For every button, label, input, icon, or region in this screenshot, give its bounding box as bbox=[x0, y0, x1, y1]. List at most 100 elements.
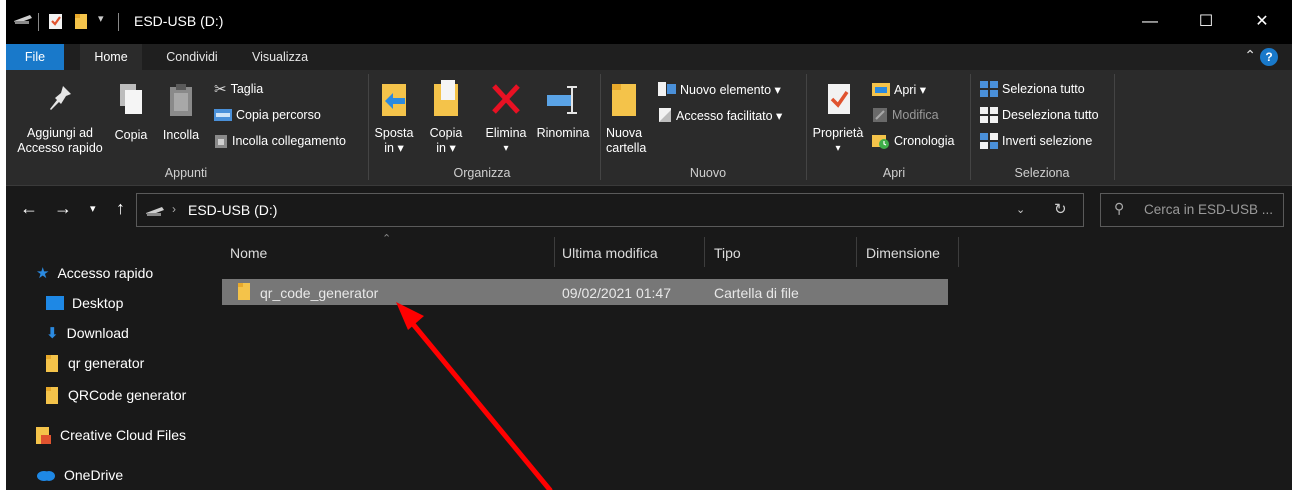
column-separator[interactable] bbox=[856, 237, 857, 267]
invert-selection-label: Inverti selezione bbox=[1002, 134, 1093, 148]
delete-button[interactable]: Elimina ▾ bbox=[480, 78, 532, 156]
properties-label: Proprietà bbox=[812, 126, 864, 140]
easy-access-button[interactable]: Accesso facilitato ▾ bbox=[658, 106, 782, 124]
recent-locations-chevron-icon[interactable]: ▾ bbox=[90, 202, 96, 215]
sidebar-item-qr-generator[interactable]: qr generator bbox=[46, 352, 144, 374]
address-bar[interactable] bbox=[136, 193, 1084, 227]
ribbon-tabs: File Home Condividi Visualizza bbox=[6, 44, 1292, 70]
new-item-icon bbox=[658, 82, 676, 96]
folder-icon bbox=[238, 283, 250, 300]
star-icon: ★ bbox=[36, 265, 50, 282]
select-none-icon bbox=[980, 107, 998, 123]
column-separator[interactable] bbox=[704, 237, 705, 267]
sidebar-item-desktop[interactable]: Desktop bbox=[46, 292, 123, 314]
new-folder-icon bbox=[612, 84, 636, 116]
sidebar-item-onedrive[interactable]: OneDrive bbox=[36, 464, 123, 486]
select-all-button[interactable]: Seleziona tutto bbox=[980, 80, 1085, 98]
minimize-button[interactable]: — bbox=[1130, 8, 1170, 36]
edit-button[interactable]: Modifica bbox=[872, 106, 939, 124]
window-title: ESD-USB (D:) bbox=[134, 13, 224, 29]
group-label-organizza: Organizza bbox=[453, 166, 511, 180]
tab-view[interactable]: Visualizza bbox=[242, 44, 318, 70]
tab-home[interactable]: Home bbox=[80, 44, 142, 70]
paste-shortcut-button[interactable]: Incolla collegamento bbox=[214, 132, 346, 150]
ribbon: Aggiungi ad Accesso rapido Copia Incolla… bbox=[6, 70, 1292, 186]
sidebar-item-creative-cloud-files[interactable]: Creative Cloud Files bbox=[36, 424, 186, 446]
onedrive-cloud-icon bbox=[37, 471, 55, 481]
group-separator bbox=[600, 74, 601, 180]
group-label-nuovo: Nuovo bbox=[689, 166, 727, 180]
cut-button[interactable]: ✂ Taglia bbox=[214, 80, 263, 98]
creative-cloud-folder-icon bbox=[36, 426, 51, 444]
move-to-button[interactable]: Sposta in ▾ bbox=[372, 78, 416, 156]
column-separator[interactable] bbox=[554, 237, 555, 267]
properties-quick-icon[interactable] bbox=[48, 12, 64, 30]
new-folder-quick-icon[interactable] bbox=[74, 12, 90, 30]
file-name[interactable]: qr_code_generator bbox=[260, 285, 378, 301]
select-all-icon bbox=[980, 81, 998, 97]
refresh-icon[interactable]: ↻ bbox=[1054, 200, 1067, 218]
copy-button[interactable]: Copia bbox=[110, 82, 152, 143]
pin-icon bbox=[50, 86, 71, 110]
sidebar-item-label: Creative Cloud Files bbox=[60, 427, 187, 443]
copy-to-icon bbox=[434, 80, 458, 116]
copy-path-button[interactable]: Copia percorso bbox=[214, 106, 321, 124]
sidebar-item-qrcode-generator[interactable]: QRCode generator bbox=[46, 384, 186, 406]
paste-shortcut-icon bbox=[215, 134, 227, 148]
column-header-modified[interactable]: Ultima modifica bbox=[562, 245, 658, 261]
breadcrumb-path[interactable]: ESD-USB (D:) bbox=[188, 202, 277, 218]
new-item-button[interactable]: Nuovo elemento ▾ bbox=[658, 80, 781, 98]
drive-icon bbox=[12, 12, 34, 26]
copy-icon bbox=[120, 84, 142, 114]
new-folder-button[interactable]: Nuova cartella bbox=[602, 78, 656, 156]
breadcrumb-chevron-icon[interactable]: › bbox=[172, 202, 176, 216]
column-header-type[interactable]: Tipo bbox=[714, 245, 741, 261]
paste-shortcut-label: Incolla collegamento bbox=[232, 134, 346, 148]
rename-button[interactable]: Rinomina bbox=[532, 78, 594, 141]
address-dropdown-chevron-icon[interactable]: ⌄ bbox=[1016, 203, 1025, 216]
group-separator bbox=[806, 74, 807, 180]
invert-selection-button[interactable]: Inverti selezione bbox=[980, 132, 1092, 150]
edit-icon bbox=[873, 108, 887, 122]
history-button[interactable]: Cronologia bbox=[872, 132, 954, 150]
copy-label: Copia bbox=[114, 128, 148, 142]
navigation-bar: ← → ▾ ↑ › ESD-USB (D:) ⌄ ↻ ⚲ Cerca in ES… bbox=[6, 186, 1292, 234]
search-placeholder[interactable]: Cerca in ESD-USB ... bbox=[1144, 202, 1282, 217]
easy-access-icon bbox=[659, 108, 671, 122]
help-icon[interactable]: ? bbox=[1260, 48, 1278, 66]
copy-path-label: Copia percorso bbox=[236, 108, 321, 122]
sidebar-item-download[interactable]: ⬇ Download bbox=[46, 322, 129, 344]
file-type: Cartella di file bbox=[714, 285, 799, 301]
rename-label: Rinomina bbox=[536, 126, 590, 140]
history-icon bbox=[872, 135, 889, 149]
column-separator[interactable] bbox=[958, 237, 959, 267]
copy-to-button[interactable]: Copia in ▾ bbox=[424, 78, 468, 156]
properties-button[interactable]: Proprietà ▾ bbox=[808, 78, 868, 156]
file-explorer-window: ▾ ESD-USB (D:) — ☐ ✕ File Home Condividi… bbox=[6, 0, 1292, 490]
group-separator bbox=[970, 74, 971, 180]
sidebar-item-quick-access[interactable]: ★ Accesso rapido bbox=[36, 262, 153, 284]
history-label: Cronologia bbox=[894, 134, 955, 148]
select-none-button[interactable]: Deseleziona tutto bbox=[980, 106, 1099, 124]
tab-share[interactable]: Condividi bbox=[156, 44, 228, 70]
forward-arrow-icon[interactable]: → bbox=[54, 198, 72, 219]
file-modified: 09/02/2021 01:47 bbox=[562, 285, 671, 301]
pin-quick-access-button[interactable]: Aggiungi ad Accesso rapido bbox=[10, 82, 110, 156]
customize-quick-access-chevron-icon[interactable]: ▾ bbox=[98, 12, 104, 25]
column-header-size[interactable]: Dimensione bbox=[866, 245, 940, 261]
maximize-button[interactable]: ☐ bbox=[1186, 8, 1226, 36]
column-header-name[interactable]: Nome bbox=[230, 245, 267, 261]
collapse-ribbon-icon[interactable]: ⌃ bbox=[1244, 47, 1256, 64]
paste-button[interactable]: Incolla bbox=[158, 82, 204, 143]
sidebar-item-label: QRCode generator bbox=[68, 387, 187, 403]
group-label-seleziona: Seleziona bbox=[1014, 166, 1070, 180]
close-button[interactable]: ✕ bbox=[1242, 8, 1282, 36]
title-separator-2 bbox=[118, 13, 119, 31]
sidebar-item-label: Desktop bbox=[72, 295, 124, 311]
delete-dropdown-label: ▾ bbox=[503, 143, 509, 154]
up-arrow-icon[interactable]: ↑ bbox=[116, 198, 125, 219]
back-arrow-icon[interactable]: ← bbox=[20, 198, 38, 219]
open-button[interactable]: Apri ▾ bbox=[872, 80, 926, 98]
title-separator bbox=[38, 13, 39, 31]
tab-file[interactable]: File bbox=[6, 44, 64, 70]
